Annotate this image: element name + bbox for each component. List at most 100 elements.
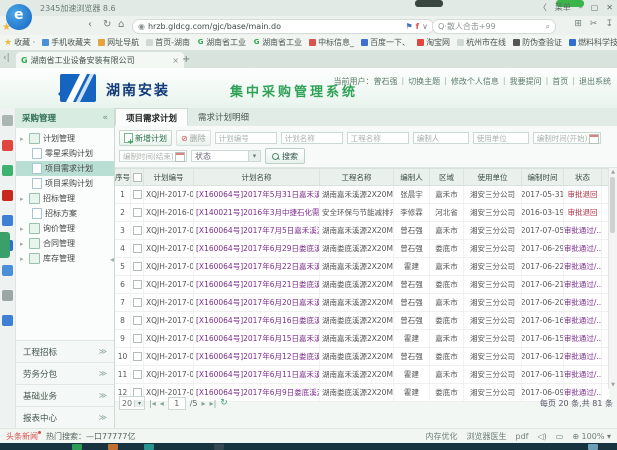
plan-name-link[interactable]: [X160064号]2017年6月12日娄底溪源七星岭光伏电站项..: [194, 348, 320, 365]
row-checkbox[interactable]: [131, 276, 144, 293]
home-icon[interactable]: ⌂: [118, 19, 124, 30]
project-name-input[interactable]: [347, 132, 409, 144]
user-link[interactable]: 修改个人信息: [451, 76, 499, 87]
row-checkbox[interactable]: [131, 366, 144, 383]
checkbox[interactable]: [133, 262, 142, 271]
plan-name-link[interactable]: [X160064号]2017年6月22日嘉禾溪源七星岭光伏电站项..: [194, 258, 320, 275]
last-page-button[interactable]: ▸|: [210, 399, 217, 408]
collapse-pin-icon[interactable]: «: [103, 113, 109, 123]
expand-arrow-icon[interactable]: ▸: [20, 255, 26, 263]
custom-tag-icon[interactable]: [0, 232, 10, 258]
sidebar-section[interactable]: 基础业务≫: [16, 384, 114, 406]
tab-project-demand-plan[interactable]: 项目需求计划: [115, 108, 188, 126]
tree-leaf[interactable]: 零星采购计划: [16, 146, 114, 161]
scroll-up-icon[interactable]: ▲: [609, 168, 617, 176]
plan-name-link[interactable]: [X160064号]2017年7月5日嘉禾溪源七星岭光伏电站项目..: [194, 222, 320, 239]
plan-name-link[interactable]: [X160064号]2017年6月20日嘉禾溪源七星岭光伏电站项..: [194, 294, 320, 311]
new-tab-button[interactable]: +: [182, 54, 190, 65]
bookmark-item[interactable]: 中标信息_: [309, 37, 354, 48]
checkbox[interactable]: [133, 280, 142, 289]
scrollbar-thumb[interactable]: [610, 177, 615, 233]
computer-icon[interactable]: [2, 265, 13, 276]
row-checkbox[interactable]: [131, 240, 144, 257]
bookmark-item[interactable]: 首页-湖南: [146, 37, 190, 48]
tree-node[interactable]: ▸库存管理: [16, 251, 114, 266]
bookmark-item[interactable]: 淘宝网: [417, 37, 450, 48]
search-button[interactable]: 搜索: [265, 148, 305, 164]
browser-logo-icon[interactable]: [6, 4, 32, 30]
row-checkbox[interactable]: [131, 258, 144, 275]
checkbox[interactable]: [133, 226, 142, 235]
checkbox[interactable]: [133, 334, 142, 343]
sidebar-section[interactable]: 工程招标≫: [16, 340, 114, 362]
tree-node[interactable]: ▸计划管理: [16, 131, 114, 146]
checkbox[interactable]: [133, 173, 142, 182]
calculator-icon[interactable]: [2, 290, 13, 301]
browser-tab[interactable]: G 湖南省工业设备安装有限公司 ×: [16, 52, 184, 68]
reading-mode-icon[interactable]: ▭: [556, 432, 564, 441]
checkbox[interactable]: [133, 298, 142, 307]
calendar-icon[interactable]: [175, 152, 185, 162]
search-box[interactable]: Q·散人合击+99 ⌕: [432, 19, 556, 34]
checkbox[interactable]: [133, 352, 142, 361]
download-icon[interactable]: ↧: [605, 19, 613, 29]
url-text[interactable]: hrzb.gldcg.com/gjc/base/main.do: [148, 22, 281, 31]
plan-no-input[interactable]: [215, 132, 277, 144]
tab-demand-plan-detail[interactable]: 需求计划明细: [188, 108, 259, 126]
bookmark-item[interactable]: 手机收藏夹: [42, 37, 91, 48]
checkbox[interactable]: [133, 316, 142, 325]
game-icon[interactable]: [2, 215, 13, 226]
shop-icon[interactable]: [2, 140, 13, 151]
prev-page-button[interactable]: ◂: [160, 399, 164, 408]
tree-node[interactable]: ▸合同管理: [16, 236, 114, 251]
plan-name-link[interactable]: [X160064号]2017年6月21日娄底溪源七星岭光伏电站项..: [194, 276, 320, 293]
memory-optimize-button[interactable]: 内存优化: [425, 431, 457, 442]
add-plan-button[interactable]: 新增计划: [119, 130, 172, 146]
row-checkbox[interactable]: [131, 348, 144, 365]
plan-name-link[interactable]: [X160064号]2017年6月29日娄底溪源七星岭光伏电站项..: [194, 240, 320, 257]
editor-input[interactable]: [413, 132, 469, 144]
tab-scroll-left-icon[interactable]: ‹|: [3, 53, 10, 63]
row-checkbox[interactable]: [131, 294, 144, 311]
bookmark-item[interactable]: 燃料科学技: [569, 37, 617, 48]
zoom-level[interactable]: ⊕ 100% ▾: [572, 432, 611, 441]
wechat-icon[interactable]: [2, 165, 13, 176]
address-bar[interactable]: ◉ hrzb.gldcg.com/gjc/base/main.do ⚑ f ∨: [132, 19, 434, 34]
refresh-table-icon[interactable]: ↻: [220, 398, 228, 408]
back-icon[interactable]: ‹: [88, 19, 92, 30]
expand-arrow-icon[interactable]: ▸: [20, 240, 26, 248]
bookmark-item[interactable]: G湖南省工业: [253, 37, 302, 48]
bookmark-item[interactable]: G湖南省工业: [197, 37, 246, 48]
favorite-icon[interactable]: f: [416, 22, 419, 31]
dropdown-icon[interactable]: ∨: [422, 22, 428, 31]
bookmark-item[interactable]: 防伪查验证: [513, 37, 562, 48]
apps-grid-icon[interactable]: ⊞: [574, 19, 582, 29]
tree-leaf[interactable]: 项目需求计划: [16, 161, 114, 176]
plan-name-link[interactable]: [X140021号]2016年3月中捷石化需求计划: [194, 204, 320, 221]
expand-arrow-icon[interactable]: ▸: [20, 225, 26, 233]
row-checkbox[interactable]: [131, 222, 144, 239]
user-link[interactable]: 我要提问: [510, 76, 542, 87]
hot-search-text[interactable]: 热门搜索：—口77777亿: [46, 431, 135, 442]
pdf-button[interactable]: pdf: [515, 432, 528, 441]
phone-icon[interactable]: [2, 315, 13, 326]
sidebar-section[interactable]: 报表中心≫: [16, 406, 114, 428]
tree-node[interactable]: ▸询价管理: [16, 221, 114, 236]
clock-icon[interactable]: [2, 115, 13, 126]
user-link[interactable]: 切换主题: [408, 76, 440, 87]
tab-close-icon[interactable]: ×: [172, 56, 179, 65]
tree-leaf[interactable]: 项目采购计划: [16, 176, 114, 191]
bookmark-item[interactable]: 百度一下、: [361, 37, 410, 48]
first-page-button[interactable]: |◂: [149, 399, 156, 408]
collapse-toolbar-icon[interactable]: 〈: [539, 2, 547, 13]
user-link[interactable]: 首页: [552, 76, 568, 87]
current-page-input[interactable]: 1: [168, 397, 186, 410]
close-button[interactable]: ✕: [606, 3, 613, 12]
checkbox[interactable]: [133, 370, 142, 379]
tree-leaf[interactable]: 招标方案: [16, 206, 114, 221]
plan-name-link[interactable]: [X160064号]2017年6月11日嘉禾溪源七星岭光伏电站项..: [194, 366, 320, 383]
speaker-icon[interactable]: ◁): [537, 432, 546, 441]
bookmark-item[interactable]: 网址导航: [98, 37, 139, 48]
table-scrollbar[interactable]: ▲ ▼: [608, 168, 617, 389]
menu-button[interactable]: 菜单: [555, 2, 571, 13]
